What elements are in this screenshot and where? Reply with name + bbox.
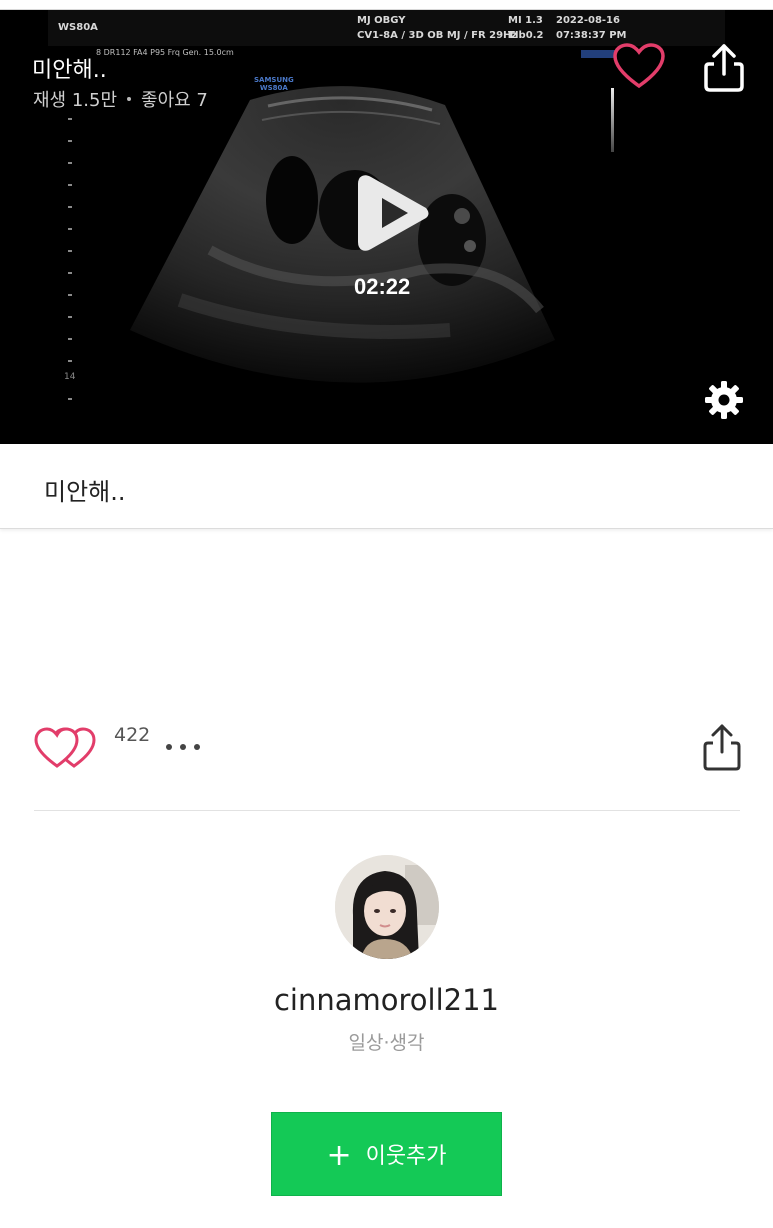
video-title: 미안해.. (32, 58, 107, 83)
ultrasound-gray-scale (611, 88, 614, 152)
ultrasound-status-icons (581, 50, 615, 58)
like-count: 422 (114, 724, 151, 746)
profile-photo (335, 855, 439, 959)
separator-dot (127, 97, 132, 101)
ultrasound-logo: SAMSUNG WS80A (254, 76, 294, 92)
gear-icon (705, 381, 743, 419)
ultrasound-device: WS80A (58, 22, 98, 33)
author-username[interactable]: cinnamoroll211 (0, 983, 773, 1017)
share-icon (703, 724, 741, 771)
video-player[interactable]: WS80A 8 DR112 FA4 P95 Frq Gen. 15.0cm MJ… (0, 10, 773, 444)
share-button[interactable] (700, 722, 744, 772)
dot-icon (180, 744, 186, 750)
add-neighbor-label: 이웃추가 (365, 1144, 447, 1169)
depth-label: 14 (64, 372, 76, 382)
add-neighbor-button[interactable]: + 이웃추가 (271, 1112, 502, 1196)
play-button[interactable] (352, 168, 434, 258)
top-edge-bar (0, 0, 773, 10)
like-button[interactable] (612, 42, 666, 90)
post-caption: 미안해.. (44, 478, 126, 506)
like-summary: 좋아요 7 (141, 90, 208, 111)
ultrasound-time: 07:38:37 PM (556, 30, 627, 41)
dot-icon (166, 744, 172, 750)
more-options-button[interactable] (164, 736, 204, 756)
share-button-top[interactable] (700, 42, 748, 94)
avatar[interactable] (335, 855, 439, 959)
depth-scale: 14 (64, 108, 84, 408)
like-reaction-button[interactable] (32, 720, 104, 770)
section-divider (34, 810, 740, 811)
ultrasound-params: 8 DR112 FA4 P95 Frq Gen. 15.0cm (96, 48, 234, 57)
ultrasound-probe: CV1-8A / 3D OB MJ / FR 29Hz (357, 30, 518, 41)
view-count: 재생 1.5만 (33, 90, 118, 111)
dot-icon (194, 744, 200, 750)
ultrasound-clinic: MJ OBGY (357, 15, 406, 26)
double-heart-icon (34, 727, 96, 768)
play-icon (358, 175, 429, 251)
video-stats: 재생 1.5만 좋아요 7 (33, 86, 208, 112)
plus-icon: + (326, 1138, 352, 1173)
reaction-bar: 422 (0, 710, 773, 780)
ultrasound-date: 2022-08-16 (556, 15, 620, 26)
ultrasound-tib: TIb0.2 (508, 30, 544, 41)
share-icon (704, 44, 744, 92)
heart-icon (613, 43, 665, 89)
video-duration: 02:22 (354, 274, 411, 299)
ultrasound-mi: MI 1.3 (508, 15, 543, 26)
author-category: 일상·생각 (348, 1032, 425, 1054)
settings-button[interactable] (704, 380, 744, 420)
